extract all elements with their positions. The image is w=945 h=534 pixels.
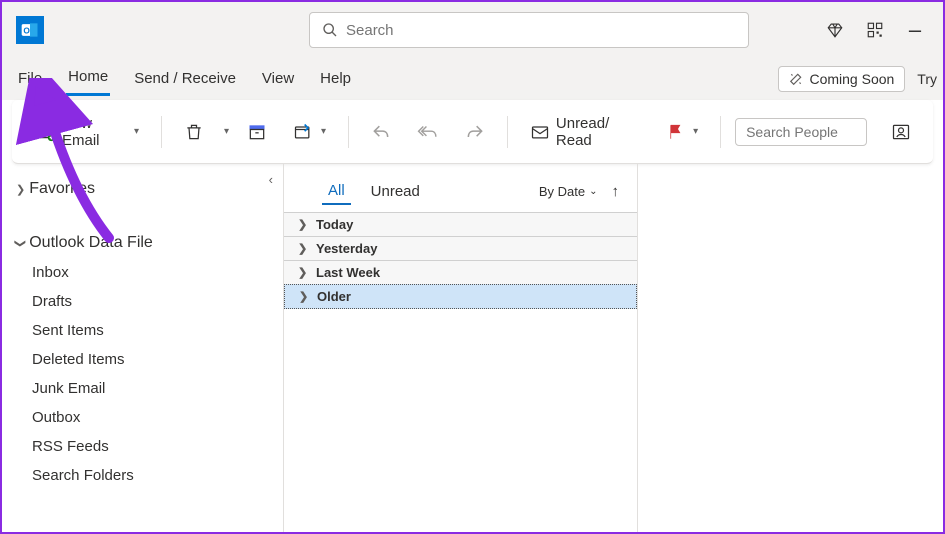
outlook-logo-icon: O — [16, 16, 44, 44]
unread-read-button[interactable]: Unread/ Read — [522, 109, 649, 155]
main-area: ‹ ❯ Favorites ❯ Outlook Data File Inbox … — [2, 164, 943, 532]
chevron-right-icon: ❯ — [298, 242, 308, 255]
title-bar: O ‒ — [2, 2, 943, 58]
data-file-label: Outlook Data File — [29, 234, 153, 252]
flag-icon — [667, 123, 685, 141]
reply-all-button[interactable] — [409, 116, 447, 148]
divider — [348, 116, 349, 148]
move-folder-icon — [293, 122, 313, 142]
folder-pane: ‹ ❯ Favorites ❯ Outlook Data File Inbox … — [2, 164, 284, 532]
archive-icon — [247, 122, 267, 142]
coming-soon-label: Coming Soon — [809, 71, 894, 87]
chevron-down-icon: ⌄ — [589, 186, 597, 197]
chevron-right-icon: ❯ — [299, 290, 309, 303]
search-people-box[interactable] — [735, 118, 867, 146]
chevron-right-icon: ❯ — [298, 218, 308, 231]
group-label: Last Week — [316, 265, 380, 280]
collapse-pane-icon[interactable]: ‹ — [269, 172, 273, 187]
sort-dropdown[interactable]: By Date ⌄ ↑ — [539, 183, 619, 200]
group-label: Yesterday — [316, 241, 377, 256]
try-button[interactable]: Try — [911, 67, 943, 91]
delete-button[interactable] — [176, 116, 212, 148]
folder-outbox[interactable]: Outbox — [2, 403, 283, 432]
unread-read-label: Unread/ Read — [556, 115, 641, 149]
tab-home[interactable]: Home — [66, 62, 110, 96]
reply-button[interactable] — [363, 116, 399, 148]
chevron-down-icon: ❯ — [14, 238, 27, 247]
ribbon-toolbar: New Email ▾ ▾ ▾ — [12, 100, 933, 164]
new-email-button[interactable]: New Email ▾ — [26, 109, 147, 155]
archive-button[interactable] — [239, 116, 275, 148]
folder-drafts[interactable]: Drafts — [2, 287, 283, 316]
chevron-down-icon: ▾ — [321, 126, 326, 137]
divider — [161, 116, 162, 148]
favorites-label: Favorites — [29, 180, 95, 198]
qr-icon[interactable] — [855, 10, 895, 50]
mail-plus-icon — [34, 121, 56, 143]
reply-all-icon — [417, 122, 439, 142]
filter-unread[interactable]: Unread — [365, 179, 426, 204]
divider — [720, 116, 721, 148]
menu-tabs: File Home Send / Receive View Help Comin… — [2, 58, 943, 100]
favorites-header[interactable]: ❯ Favorites — [2, 174, 283, 204]
message-list-pane: All Unread By Date ⌄ ↑ ❯ Today ❯ Yesterd… — [284, 164, 638, 532]
reading-pane — [638, 164, 943, 532]
folder-rss[interactable]: RSS Feeds — [2, 432, 283, 461]
forward-button[interactable] — [457, 116, 493, 148]
tab-send-receive[interactable]: Send / Receive — [132, 64, 238, 95]
folder-sent[interactable]: Sent Items — [2, 316, 283, 345]
sort-direction-icon[interactable]: ↑ — [612, 183, 620, 200]
divider — [507, 116, 508, 148]
chevron-down-icon: ▾ — [693, 126, 698, 137]
filter-all[interactable]: All — [322, 178, 351, 205]
folder-inbox[interactable]: Inbox — [2, 258, 283, 287]
reply-icon — [371, 122, 391, 142]
group-label: Older — [317, 289, 351, 304]
group-today[interactable]: ❯ Today — [284, 212, 637, 237]
flag-button[interactable]: ▾ — [659, 117, 706, 147]
tab-file[interactable]: File — [16, 64, 44, 95]
chevron-right-icon: ❯ — [16, 183, 25, 196]
move-button[interactable]: ▾ — [285, 116, 334, 148]
sort-label: By Date — [539, 184, 585, 199]
folder-search[interactable]: Search Folders — [2, 461, 283, 490]
address-book-button[interactable] — [883, 116, 919, 148]
svg-text:O: O — [23, 25, 30, 35]
forward-icon — [465, 122, 485, 142]
group-last-week[interactable]: ❯ Last Week — [284, 260, 637, 285]
global-search-input[interactable] — [346, 22, 736, 39]
folder-deleted[interactable]: Deleted Items — [2, 345, 283, 374]
folder-junk[interactable]: Junk Email — [2, 374, 283, 403]
chevron-down-icon[interactable]: ▾ — [224, 126, 229, 137]
search-people-input[interactable] — [746, 124, 856, 140]
tab-view[interactable]: View — [260, 64, 296, 95]
chevron-down-icon: ▾ — [134, 126, 139, 137]
contact-card-icon — [891, 122, 911, 142]
premium-icon[interactable] — [815, 10, 855, 50]
chevron-right-icon: ❯ — [298, 266, 308, 279]
tab-help[interactable]: Help — [318, 64, 353, 95]
message-list-header: All Unread By Date ⌄ ↑ — [284, 178, 637, 213]
search-icon — [322, 22, 338, 38]
new-email-label: New Email — [62, 115, 126, 149]
global-search[interactable] — [309, 12, 749, 48]
group-label: Today — [316, 217, 353, 232]
group-yesterday[interactable]: ❯ Yesterday — [284, 236, 637, 261]
group-older[interactable]: ❯ Older — [284, 284, 637, 309]
wand-icon — [789, 72, 803, 86]
data-file-header[interactable]: ❯ Outlook Data File — [2, 228, 283, 258]
minimize-button[interactable]: ‒ — [895, 10, 935, 50]
coming-soon-button[interactable]: Coming Soon — [778, 66, 905, 92]
envelope-icon — [530, 122, 550, 142]
trash-icon — [184, 122, 204, 142]
